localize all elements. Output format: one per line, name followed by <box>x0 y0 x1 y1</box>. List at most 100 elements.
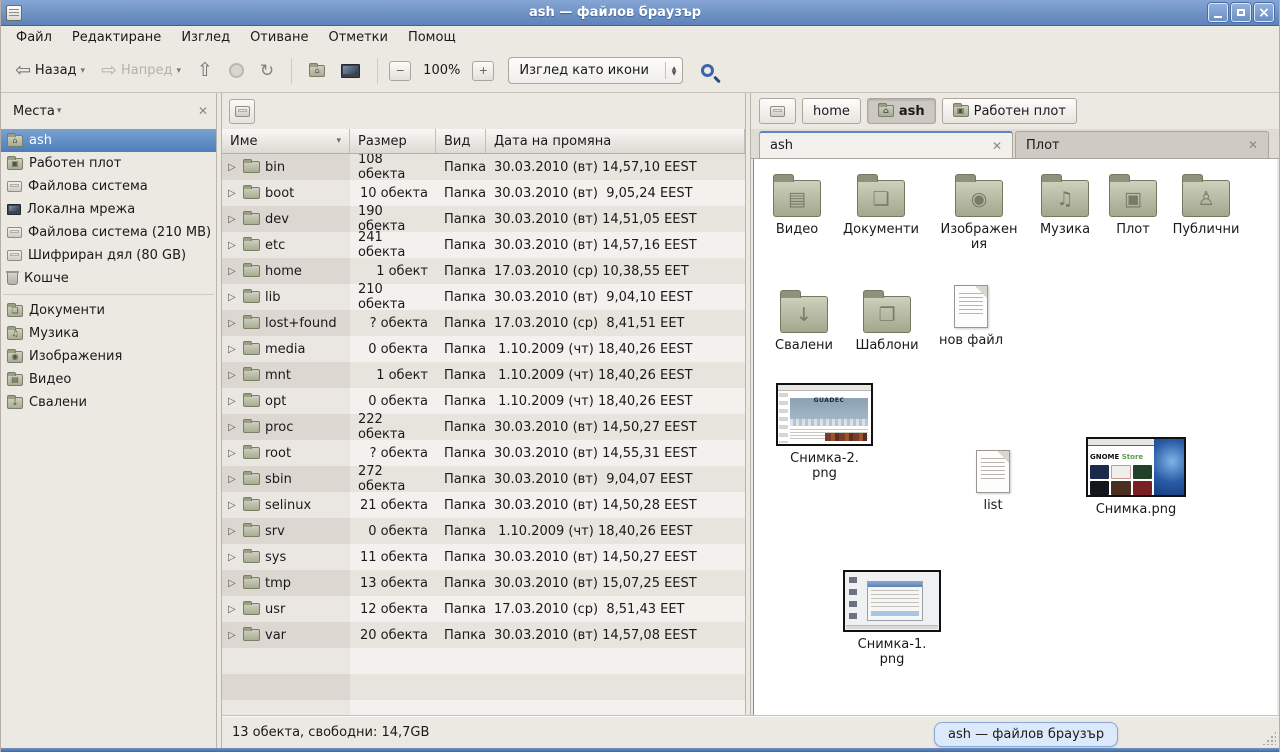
tree-row-sbin[interactable]: ▷sbin272 обектаПапка30.03.2010 (вт) 9,04… <box>222 466 745 492</box>
tree-row-proc[interactable]: ▷proc222 обектаПапка30.03.2010 (вт) 14,5… <box>222 414 745 440</box>
sidebar-item-7[interactable]: ❏Документи <box>1 299 216 322</box>
file-item-documents[interactable]: ❏Документи <box>838 172 924 237</box>
sidebar-item-8[interactable]: ♫Музика <box>1 322 216 345</box>
expander-icon[interactable]: ▷ <box>228 448 238 459</box>
resize-grip[interactable] <box>1262 731 1276 745</box>
tree-row-home[interactable]: ▷home1 обектПапка17.03.2010 (ср) 10,38,5… <box>222 258 745 284</box>
back-dropdown-icon[interactable]: ▾ <box>81 66 86 76</box>
breadcrumb-home[interactable]: home <box>802 98 861 124</box>
file-item-newfile[interactable]: нов файл <box>928 285 1014 348</box>
reload-button[interactable]: ↻ <box>254 57 280 85</box>
tree-row-root[interactable]: ▷root? обектаПапка30.03.2010 (вт) 14,55,… <box>222 440 745 466</box>
expander-icon[interactable]: ▷ <box>228 344 238 355</box>
sidebar-item-11[interactable]: ↓Свалени <box>1 391 216 414</box>
sidebar-title[interactable]: Места <box>13 104 55 119</box>
sidebar-item-6[interactable]: Кошче <box>1 267 216 290</box>
expander-icon[interactable]: ▷ <box>228 604 238 615</box>
tab-close-icon[interactable]: ✕ <box>992 139 1002 153</box>
tree-row-opt[interactable]: ▷opt0 обектаПапка 1.10.2009 (чт) 18,40,2… <box>222 388 745 414</box>
forward-button[interactable]: ⇨ Напред ▾ <box>95 57 187 84</box>
file-item-snimka[interactable]: GNOME StoreСнимка.png <box>1084 437 1188 517</box>
sidebar-item-3[interactable]: Локална мрежа <box>1 198 216 221</box>
file-item-videos[interactable]: ▤Видео <box>754 172 840 237</box>
home-button[interactable]: ⌂ <box>303 61 331 81</box>
file-item-snimka1[interactable]: Снимка-1.png <box>841 570 943 668</box>
titlebar[interactable]: ash — файлов браузър × <box>1 0 1279 26</box>
sidebar-item-0[interactable]: ⌂ash <box>1 129 216 152</box>
expander-icon[interactable]: ▷ <box>228 630 238 641</box>
sidebar-item-2[interactable]: Файлова система <box>1 175 216 198</box>
close-button[interactable]: × <box>1254 3 1274 22</box>
sidebar-item-1[interactable]: ▣Работен плот <box>1 152 216 175</box>
computer-button[interactable] <box>335 60 366 82</box>
expander-icon[interactable]: ▷ <box>228 526 238 537</box>
tab-Плот[interactable]: Плот✕ <box>1015 131 1269 158</box>
sidebar-item-9[interactable]: ◉Изображения <box>1 345 216 368</box>
menu-item-1[interactable]: Редактиране <box>63 28 170 47</box>
maximize-button[interactable] <box>1231 3 1251 22</box>
sidebar-item-4[interactable]: Файлова система (210 MB) <box>1 221 216 244</box>
file-item-pictures[interactable]: ◉Изображения <box>936 172 1022 253</box>
expander-icon[interactable]: ▷ <box>228 474 238 485</box>
tree-row-dev[interactable]: ▷dev190 обектаПапка30.03.2010 (вт) 14,51… <box>222 206 745 232</box>
breadcrumb-ash[interactable]: ⌂ash <box>867 98 936 124</box>
breadcrumb-root[interactable] <box>759 98 796 124</box>
expander-icon[interactable]: ▷ <box>228 578 238 589</box>
expander-icon[interactable]: ▷ <box>228 266 238 277</box>
tree-row-selinux[interactable]: ▷selinux21 обектаПапка30.03.2010 (вт) 14… <box>222 492 745 518</box>
expander-icon[interactable]: ▷ <box>228 552 238 563</box>
zoom-in-button[interactable]: + <box>472 61 494 81</box>
tree-row-var[interactable]: ▷var20 обектаПапка30.03.2010 (вт) 14,57,… <box>222 622 745 648</box>
zoom-out-button[interactable]: − <box>389 61 411 81</box>
tab-close-icon[interactable]: ✕ <box>1248 138 1258 152</box>
expander-icon[interactable]: ▷ <box>228 396 238 407</box>
tree-row-lost+found[interactable]: ▷lost+found? обектаПапка17.03.2010 (ср) … <box>222 310 745 336</box>
file-item-list[interactable]: list <box>950 450 1036 513</box>
file-item-snimka2[interactable]: GUADECСнимка-2.png <box>774 383 875 482</box>
column-header-3[interactable]: Дата на промяна <box>486 129 745 153</box>
expander-icon[interactable]: ▷ <box>228 162 238 173</box>
tree-row-tmp[interactable]: ▷tmp13 обектаПапка30.03.2010 (вт) 15,07,… <box>222 570 745 596</box>
sidebar-item-10[interactable]: ▤Видео <box>1 368 216 391</box>
up-button[interactable]: ⇧ <box>191 57 219 84</box>
forward-dropdown-icon[interactable]: ▾ <box>176 66 181 76</box>
sidebar-close-icon[interactable]: ✕ <box>198 104 208 118</box>
tree-root-button[interactable] <box>229 99 255 124</box>
tree-row-bin[interactable]: ▷bin108 обектаПапка30.03.2010 (вт) 14,57… <box>222 154 745 180</box>
tree-row-boot[interactable]: ▷boot10 обектаПапка30.03.2010 (вт) 9,05,… <box>222 180 745 206</box>
expander-icon[interactable]: ▷ <box>228 500 238 511</box>
expander-icon[interactable]: ▷ <box>228 292 238 303</box>
expander-icon[interactable]: ▷ <box>228 422 238 433</box>
menu-item-0[interactable]: Файл <box>7 28 61 47</box>
back-button[interactable]: ⇦ Назад ▾ <box>9 57 91 84</box>
minimize-button[interactable] <box>1208 3 1228 22</box>
tree-row-mnt[interactable]: ▷mnt1 обектПапка 1.10.2009 (чт) 18,40,26… <box>222 362 745 388</box>
file-item-public[interactable]: ♙Публични <box>1163 172 1249 237</box>
expander-icon[interactable]: ▷ <box>228 214 238 225</box>
tree-row-usr[interactable]: ▷usr12 обектаПапка17.03.2010 (ср) 8,51,4… <box>222 596 745 622</box>
view-mode-select[interactable]: Изглед като икони ▲▼ <box>508 57 683 84</box>
tree-row-lib[interactable]: ▷lib210 обектаПапка30.03.2010 (вт) 9,04,… <box>222 284 745 310</box>
tree-row-sys[interactable]: ▷sys11 обектаПапка30.03.2010 (вт) 14,50,… <box>222 544 745 570</box>
tree-row-media[interactable]: ▷media0 обектаПапка 1.10.2009 (чт) 18,40… <box>222 336 745 362</box>
stop-button[interactable] <box>223 59 250 82</box>
column-header-2[interactable]: Вид <box>436 129 486 153</box>
menu-item-3[interactable]: Отиване <box>241 28 317 47</box>
sidebar-item-5[interactable]: Шифриран дял (80 GB) <box>1 244 216 267</box>
tree-row-etc[interactable]: ▷etc241 обектаПапка30.03.2010 (вт) 14,57… <box>222 232 745 258</box>
file-item-downloads[interactable]: ↓Свалени <box>761 288 847 353</box>
column-header-0[interactable]: Име▾ <box>222 129 350 153</box>
menu-item-5[interactable]: Помощ <box>399 28 465 47</box>
expander-icon[interactable]: ▷ <box>228 240 238 251</box>
tree-row-srv[interactable]: ▷srv0 обектаПапка 1.10.2009 (чт) 18,40,2… <box>222 518 745 544</box>
expander-icon[interactable]: ▷ <box>228 188 238 199</box>
menu-item-4[interactable]: Отметки <box>319 28 396 47</box>
breadcrumb-desktop[interactable]: ▣Работен плот <box>942 98 1077 124</box>
search-icon[interactable] <box>701 64 714 77</box>
sidebar-dropdown-icon[interactable]: ▾ <box>57 106 62 116</box>
tab-ash[interactable]: ash✕ <box>759 131 1013 158</box>
menu-item-2[interactable]: Изглед <box>172 28 239 47</box>
column-header-1[interactable]: Размер <box>350 129 436 153</box>
expander-icon[interactable]: ▷ <box>228 370 238 381</box>
expander-icon[interactable]: ▷ <box>228 318 238 329</box>
